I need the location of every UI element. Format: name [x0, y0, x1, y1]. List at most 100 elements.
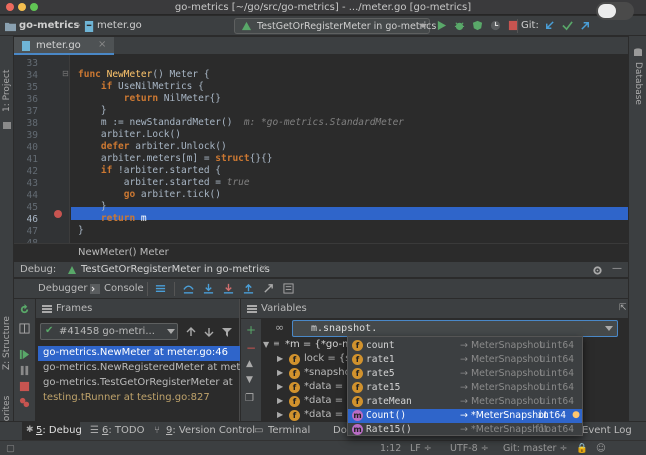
tab-console[interactable]: Console	[104, 283, 144, 294]
frame-item[interactable]: testing.tRunner at testing.go:827	[38, 391, 240, 406]
database-icon	[634, 48, 642, 56]
filter-icon[interactable]	[222, 327, 232, 337]
hide-panel-icon[interactable]: —	[612, 263, 622, 274]
lock-icon[interactable]: 🔒	[576, 443, 588, 454]
completion-item[interactable]: f rate15 → MeterSnapshot uint64	[348, 381, 582, 395]
rerun-icon[interactable]	[19, 304, 30, 315]
completion-item[interactable]: f count → MeterSnapshot uint64	[348, 339, 582, 353]
line-gutter[interactable]: 33 34 35 36 37 38 39 40 41 42 43 44 45 4…	[14, 55, 70, 249]
run-configuration-label: TestGetOrRegisterMeter in go-metrics	[257, 21, 437, 32]
code-editor[interactable]: 33 34 35 36 37 38 39 40 41 42 43 44 45 4…	[14, 55, 628, 249]
step-over-icon[interactable]	[183, 283, 194, 294]
goroutine-select[interactable]: ✔ #41458 go-metri...	[40, 323, 178, 340]
console-icon	[90, 284, 100, 294]
frame-item[interactable]: go-metrics.NewMeter at meter.go:46	[38, 346, 240, 361]
inline-debug-value: m: *go-metrics.StandardMeter	[243, 117, 405, 128]
git-commit-icon[interactable]	[562, 20, 573, 31]
move-up-icon[interactable]: ▲	[246, 359, 253, 369]
tab-debug[interactable]: ✱ 5: Debug	[22, 422, 82, 440]
toggle-knob[interactable]	[598, 4, 616, 18]
debug-bug-icon: ✱	[26, 425, 34, 435]
completion-item[interactable]: m Rate15() → *MeterSnapshot float64	[348, 423, 582, 437]
database-tool-tab[interactable]: Database	[633, 62, 643, 105]
tab-debugger[interactable]: Debugger	[38, 283, 88, 294]
line-number: 34	[26, 70, 38, 81]
project-folder-icon	[3, 122, 11, 129]
completion-item-selected[interactable]: m Count() → *MeterSnapshot int64 ●	[348, 409, 582, 423]
chevron-down-icon[interactable]	[605, 326, 613, 332]
run-to-cursor-icon[interactable]	[263, 283, 274, 294]
evaluate-input[interactable]: m.snapshot.	[292, 320, 618, 337]
run-icon[interactable]	[436, 20, 447, 31]
close-tab-icon[interactable]: ×	[98, 39, 106, 50]
completion-item[interactable]: f rateMean → MeterSnapshot uint64	[348, 395, 582, 409]
frame-item[interactable]: go-metrics.NewRegisteredMeter at met	[38, 361, 240, 376]
lightbulb-icon[interactable]: ●	[572, 410, 580, 420]
debug-header: Debug: TestGetOrRegisterMeter in go-metr…	[14, 261, 628, 278]
status-panel-icon[interactable]: ▢	[6, 443, 15, 454]
project-tool-tab[interactable]: 1: Project	[2, 70, 12, 112]
vcs-icon: ⑂	[154, 425, 160, 436]
step-out-icon[interactable]	[243, 283, 254, 294]
line-separator[interactable]: LF ÷	[410, 443, 432, 454]
move-down-icon[interactable]: ▼	[246, 375, 253, 385]
tab-todo[interactable]: 6: TODO	[102, 425, 144, 436]
structure-tool-tab[interactable]: Z: Structure	[2, 316, 12, 370]
git-push-icon[interactable]	[580, 20, 591, 31]
copy-icon[interactable]: ❐	[245, 393, 254, 404]
code-line-38: m := newStandardMeter() m: *go-metrics.S…	[78, 117, 405, 128]
debug-icon[interactable]	[454, 20, 465, 31]
add-watch-icon[interactable]: +	[246, 323, 256, 337]
git-branch[interactable]: Git: master ÷	[503, 443, 567, 454]
tab-event-log[interactable]: Event Log	[582, 425, 632, 436]
arrow-down-icon[interactable]	[204, 327, 214, 337]
line-number: 41	[26, 154, 38, 165]
field-icon: f	[352, 354, 363, 365]
view-breakpoints-icon[interactable]	[19, 397, 30, 408]
layout-icon[interactable]	[19, 323, 30, 334]
debug-actions-strip	[14, 299, 36, 421]
theme-toggle[interactable]	[596, 2, 634, 20]
file-encoding[interactable]: UTF-8 ÷	[450, 443, 489, 454]
line-number: 38	[26, 118, 38, 129]
breakpoint-icon[interactable]	[54, 210, 62, 218]
variables-title: Variables	[261, 303, 307, 314]
remove-watch-icon[interactable]: −	[246, 341, 256, 355]
step-into-my-code-icon[interactable]	[223, 283, 234, 294]
breadcrumb-function[interactable]: NewMeter() Meter	[78, 247, 169, 258]
fold-icon[interactable]: ⊟	[62, 69, 69, 78]
close-session-icon[interactable]: ×	[259, 263, 267, 274]
line-number: 42	[26, 166, 38, 177]
line-number: 36	[26, 94, 38, 105]
breadcrumb-file[interactable]: meter.go	[97, 20, 142, 31]
step-into-icon[interactable]	[203, 283, 214, 294]
completion-item[interactable]: f rate5 → MeterSnapshot uint64	[348, 367, 582, 381]
completion-popup[interactable]: f count → MeterSnapshot uint64 f rate1 → Me…	[347, 336, 583, 436]
right-tool-strip: Database	[628, 36, 646, 421]
tab-terminal[interactable]: Terminal	[268, 425, 310, 436]
line-number: 47	[26, 226, 38, 237]
frame-item[interactable]: go-metrics.TestGetOrRegisterMeter at	[38, 376, 240, 391]
evaluate-expression-icon[interactable]	[283, 283, 294, 294]
stop-debug-icon[interactable]	[19, 381, 30, 392]
profile-icon[interactable]	[490, 20, 501, 31]
go-file-icon	[22, 41, 30, 51]
pause-icon[interactable]	[19, 365, 30, 376]
tab-meter-go[interactable]: meter.go ×	[14, 37, 114, 55]
caret-position[interactable]: 1:12	[380, 443, 401, 454]
expand-icon[interactable]: ⇱	[619, 303, 627, 313]
code-line-46: return m	[78, 213, 147, 224]
git-update-icon[interactable]	[544, 20, 555, 31]
gear-icon[interactable]	[592, 265, 603, 276]
run-configuration-select[interactable]: TestGetOrRegisterMeter in go-metrics	[234, 18, 436, 34]
coverage-icon[interactable]	[472, 20, 483, 31]
tab-version-control[interactable]: 9: Version Control	[166, 425, 255, 436]
breadcrumb-project[interactable]: go-metrics	[19, 20, 79, 31]
execution-point-highlight	[71, 207, 628, 220]
resume-icon[interactable]	[19, 349, 30, 360]
debug-session-tab[interactable]: TestGetOrRegisterMeter in go-metrics	[81, 264, 270, 275]
arrow-up-icon[interactable]	[186, 327, 196, 337]
inspector-icon[interactable]: ☺	[596, 443, 606, 454]
completion-item[interactable]: f rate1 → MeterSnapshot uint64	[348, 353, 582, 367]
show-execution-point-icon[interactable]	[155, 283, 166, 294]
